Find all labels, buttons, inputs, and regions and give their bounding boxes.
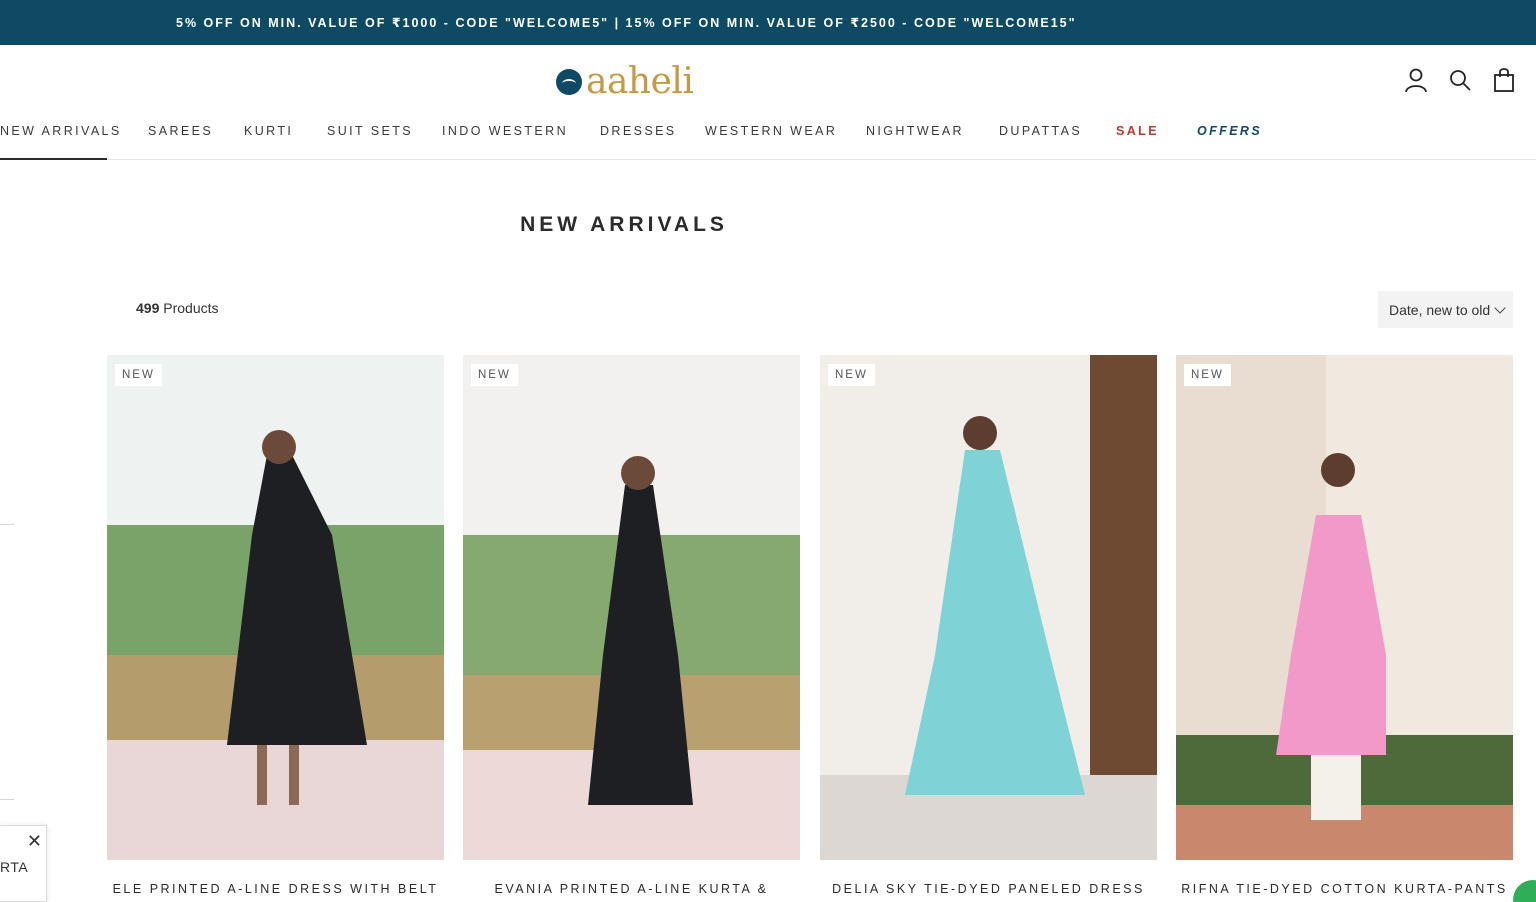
nav-kurti[interactable]: KURTI [244, 118, 293, 160]
product-card[interactable]: NEW ELE PRINTED A-LINE DRESS WITH BELT [107, 355, 444, 902]
nav-sarees[interactable]: SAREES [148, 118, 213, 160]
chat-widget[interactable]: ✕ RTA [0, 825, 47, 902]
left-divider [0, 799, 14, 800]
chat-widget-label: RTA [0, 859, 29, 875]
product-image[interactable]: NEW [820, 355, 1157, 860]
product-photo [107, 355, 444, 860]
nav-indo-western[interactable]: INDO WESTERN [442, 118, 568, 160]
close-icon[interactable]: ✕ [27, 831, 42, 852]
product-title[interactable]: ELE PRINTED A-LINE DRESS WITH BELT [107, 882, 444, 896]
page-title: NEW ARRIVALS [520, 213, 728, 236]
product-card[interactable]: NEW RIFNA TIE-DYED COTTON KURTA-PANTS [1176, 355, 1513, 902]
announcement-text: 5% OFF ON MIN. VALUE OF ₹1000 - CODE "WE… [176, 16, 1077, 30]
account-icon[interactable] [1404, 67, 1428, 93]
product-photo [463, 355, 800, 860]
product-photo [1176, 355, 1513, 860]
brand-logo[interactable]: aaheli [556, 61, 694, 102]
logo-icon [556, 68, 582, 95]
nav-offers[interactable]: OFFERS [1197, 118, 1262, 160]
nav-dupattas[interactable]: DUPATTAS [999, 118, 1082, 160]
product-image[interactable]: NEW [1176, 355, 1513, 860]
product-count-number: 499 [136, 300, 160, 316]
nav-dresses[interactable]: DRESSES [600, 118, 677, 160]
product-count: 499 Products [136, 300, 219, 316]
product-title[interactable]: EVANIA PRINTED A-LINE KURTA & [463, 882, 800, 896]
site-header: aaheli NEW ARRIVALS SAREES KURTI SUIT SE… [0, 45, 1536, 160]
new-badge: NEW [115, 364, 162, 386]
search-icon[interactable] [1448, 67, 1472, 93]
nav-nightwear[interactable]: NIGHTWEAR [866, 118, 964, 160]
product-title[interactable]: DELIA SKY TIE-DYED PANELED DRESS [820, 882, 1157, 896]
product-image[interactable]: NEW [463, 355, 800, 860]
sort-dropdown[interactable]: Date, new to old [1378, 291, 1513, 328]
bag-icon[interactable] [1492, 67, 1516, 93]
nav-sale[interactable]: SALE [1116, 118, 1159, 160]
product-count-suffix: Products [163, 300, 219, 316]
left-divider [0, 524, 14, 525]
sort-label: Date, new to old [1389, 301, 1491, 318]
new-badge: NEW [1184, 364, 1231, 386]
nav-suit-sets[interactable]: SUIT SETS [327, 118, 413, 160]
new-badge: NEW [471, 364, 518, 386]
new-badge: NEW [828, 364, 875, 386]
product-title[interactable]: RIFNA TIE-DYED COTTON KURTA-PANTS [1176, 882, 1513, 896]
header-icons [1404, 67, 1516, 93]
brand-name: aaheli [586, 61, 694, 102]
product-photo [820, 355, 1157, 860]
whatsapp-icon[interactable] [1513, 880, 1536, 902]
nav-western-wear[interactable]: WESTERN WEAR [705, 118, 837, 160]
product-image[interactable]: NEW [107, 355, 444, 860]
announcement-bar: 5% OFF ON MIN. VALUE OF ₹1000 - CODE "WE… [0, 0, 1536, 45]
nav-new-arrivals[interactable]: NEW ARRIVALS [0, 118, 119, 160]
chevron-down-icon [1494, 301, 1506, 314]
product-card[interactable]: NEW DELIA SKY TIE-DYED PANELED DRESS [820, 355, 1157, 902]
product-card[interactable]: NEW EVANIA PRINTED A-LINE KURTA & [463, 355, 800, 902]
